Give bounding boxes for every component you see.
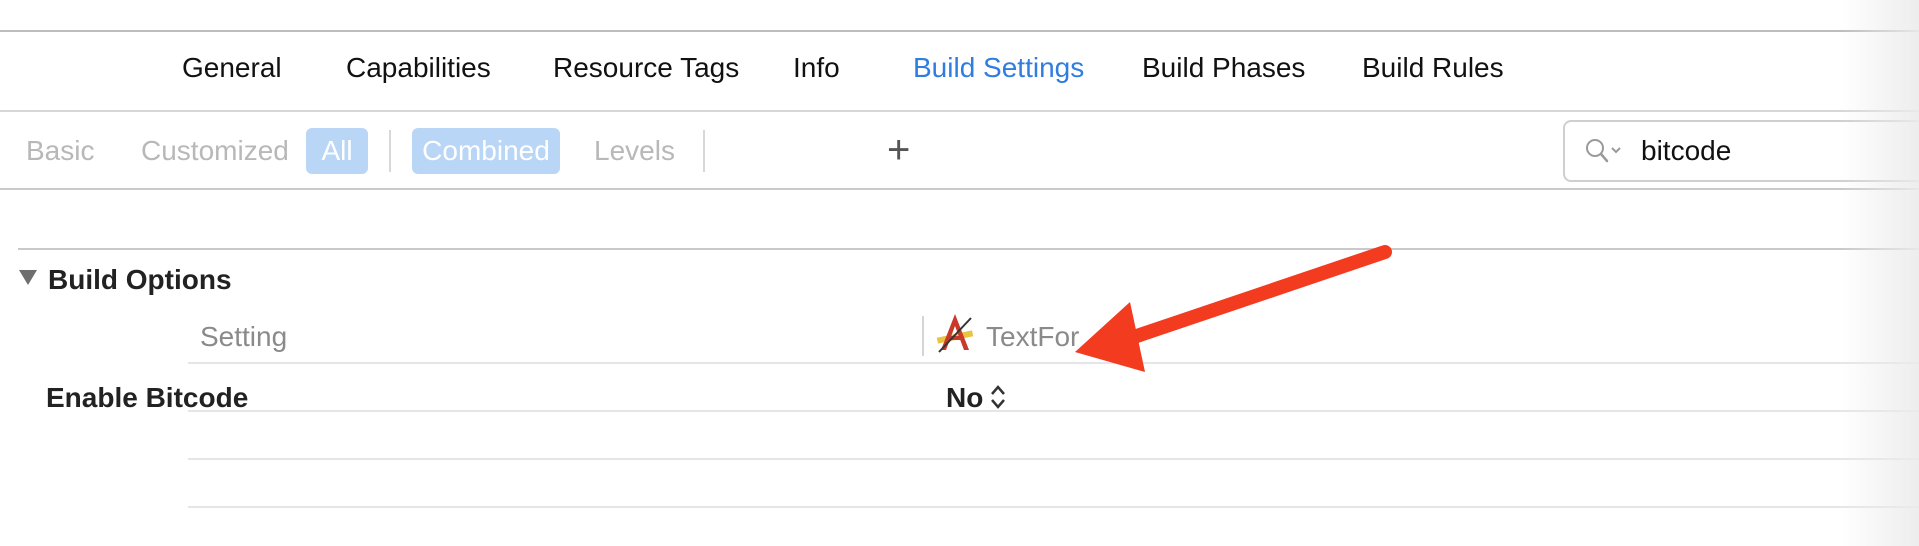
row-divider [188, 458, 1919, 460]
add-setting-button[interactable]: + [887, 122, 910, 178]
row-divider [188, 506, 1919, 508]
filter-separator [389, 130, 391, 172]
filter-basic[interactable]: Basic [26, 135, 94, 167]
disclosure-triangle-down-icon[interactable] [18, 268, 38, 286]
filter-combined-button[interactable]: Combined [412, 128, 560, 174]
search-icon [1586, 139, 1621, 163]
tab-build-settings[interactable]: Build Settings [913, 52, 1084, 84]
tab-build-phases[interactable]: Build Phases [1142, 52, 1305, 84]
filter-separator [703, 130, 705, 172]
tab-general[interactable]: General [182, 52, 282, 84]
filter-bar: Basic Customized All Combined Levels + b… [0, 112, 1919, 188]
section-divider [18, 248, 1919, 250]
tab-resource-tags[interactable]: Resource Tags [553, 52, 739, 84]
column-separator [922, 316, 924, 356]
stepper-updown-icon[interactable] [988, 382, 1008, 412]
column-header-setting: Setting [200, 321, 288, 352]
section-title: Build Options [48, 264, 232, 295]
column-header-target: TextFor [986, 321, 1080, 352]
row-divider [188, 410, 1919, 412]
filter-customized[interactable]: Customized [141, 135, 289, 167]
app-target-icon [936, 314, 974, 353]
filter-bar-divider [0, 188, 1919, 190]
tab-capabilities[interactable]: Capabilities [346, 52, 491, 84]
tab-build-rules[interactable]: Build Rules [1362, 52, 1504, 84]
window-edge-shadow [1840, 0, 1919, 546]
tab-info[interactable]: Info [793, 52, 840, 84]
filter-levels[interactable]: Levels [594, 135, 675, 167]
row-divider [188, 362, 1919, 364]
filter-all-button[interactable]: All [306, 128, 368, 174]
search-input[interactable]: bitcode [1641, 135, 1731, 167]
editor-tab-bar: General Capabilities Resource Tags Info … [0, 32, 1919, 110]
